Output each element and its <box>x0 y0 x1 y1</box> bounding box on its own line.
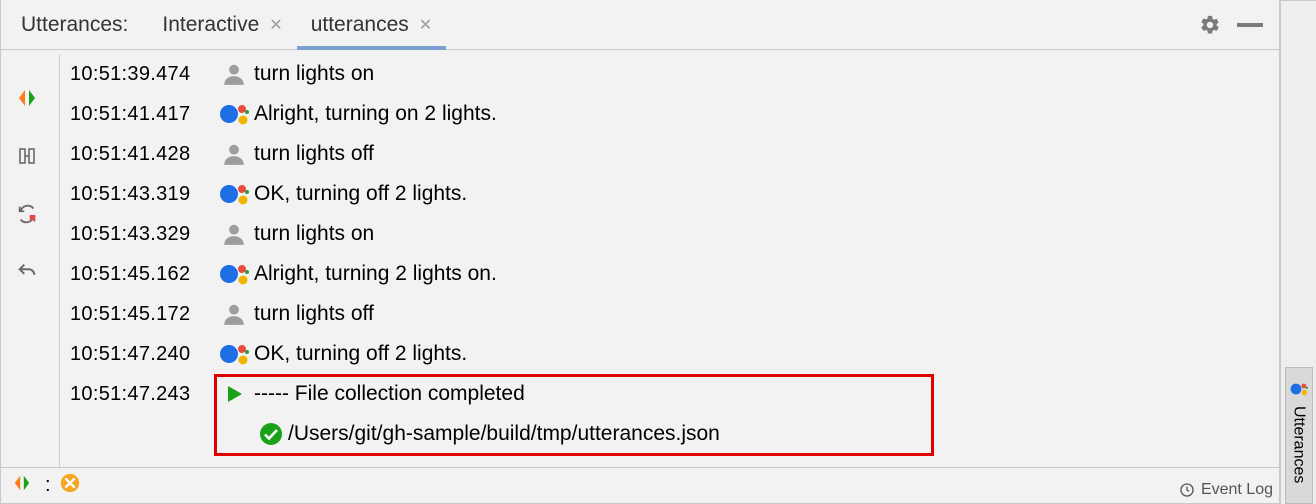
assistant-icon <box>1290 380 1308 398</box>
sidebar-tab-label: Utterances <box>1290 406 1308 483</box>
assistant-icon <box>214 261 254 287</box>
log-text: turn lights on <box>254 62 374 86</box>
tool-gutter <box>1 50 53 467</box>
timestamp: 10:51:45.172 <box>66 303 214 326</box>
completion-path: /Users/git/gh-sample/build/tmp/utterance… <box>288 422 720 446</box>
gear-icon[interactable] <box>1199 14 1221 36</box>
log-text: Alright, turning on 2 lights. <box>254 102 497 126</box>
timestamp: 10:51:41.428 <box>66 143 214 166</box>
timestamp: 10:51:39.474 <box>66 63 214 86</box>
log-row: 10:51:41.417 Alright, turning on 2 light… <box>66 94 1279 134</box>
log-row: 10:51:41.428 turn lights off <box>66 134 1279 174</box>
cancel-circle-icon[interactable] <box>59 472 81 500</box>
log-text: OK, turning off 2 lights. <box>254 342 467 366</box>
log-text: turn lights off <box>254 302 374 326</box>
completion-path-row: /Users/git/gh-sample/build/tmp/utterance… <box>66 414 1279 454</box>
person-icon <box>214 221 254 247</box>
event-log-link[interactable]: Event Log <box>1179 481 1273 499</box>
play-icon <box>214 384 254 404</box>
completion-header: ----- File collection completed <box>254 382 525 406</box>
log-text: turn lights on <box>254 222 374 246</box>
assistant-icon <box>214 181 254 207</box>
log-row: 10:51:43.329 turn lights on <box>66 214 1279 254</box>
completion-row: 10:51:47.243 ----- File collection compl… <box>66 374 1279 414</box>
refresh-icon[interactable] <box>15 202 39 226</box>
person-icon <box>214 61 254 87</box>
sidebar-tab-utterances[interactable]: Utterances <box>1285 367 1313 504</box>
undo-icon[interactable] <box>15 260 39 284</box>
tabbar: Utterances: Interactive ✕ utterances ✕ <box>1 0 1279 50</box>
diff-arrows-icon[interactable] <box>15 86 39 110</box>
wrap-icon[interactable] <box>15 144 39 168</box>
log-row: 10:51:45.172 turn lights off <box>66 294 1279 334</box>
hide-icon[interactable] <box>1237 21 1263 29</box>
person-icon <box>214 301 254 327</box>
log-text: turn lights off <box>254 142 374 166</box>
timestamp: 10:51:47.240 <box>66 343 214 366</box>
tab-interactive-label: Interactive <box>162 13 259 37</box>
timestamp: 10:51:47.243 <box>66 383 214 406</box>
event-log-label: Event Log <box>1201 481 1273 499</box>
panel-title: Utterances: <box>9 13 148 37</box>
footer-bar: : <box>1 467 1279 503</box>
assistant-icon <box>214 101 254 127</box>
person-icon <box>214 141 254 167</box>
tab-utterances-label: utterances <box>311 13 409 37</box>
log-row: 10:51:45.162 Alright, turning 2 lights o… <box>66 254 1279 294</box>
log-text: OK, turning off 2 lights. <box>254 182 467 206</box>
timestamp: 10:51:43.319 <box>66 183 214 206</box>
close-icon[interactable]: ✕ <box>419 15 432 35</box>
tab-utterances[interactable]: utterances ✕ <box>297 0 446 49</box>
log-row: 10:51:43.319 OK, turning off 2 lights. <box>66 174 1279 214</box>
log-row: 10:51:47.240 OK, turning off 2 lights. <box>66 334 1279 374</box>
log-row: 10:51:39.474 turn lights on <box>66 54 1279 94</box>
diff-arrows-icon[interactable] <box>13 474 31 498</box>
assistant-icon <box>214 341 254 367</box>
check-circle-icon <box>254 422 288 446</box>
timestamp: 10:51:43.329 <box>66 223 214 246</box>
timestamp: 10:51:41.417 <box>66 103 214 126</box>
right-gutter: Utterances <box>1280 0 1316 504</box>
log-text: Alright, turning 2 lights on. <box>254 262 497 286</box>
timestamp: 10:51:45.162 <box>66 263 214 286</box>
close-icon[interactable]: ✕ <box>269 15 282 35</box>
tab-interactive[interactable]: Interactive ✕ <box>148 0 296 49</box>
colon-label: : <box>45 474 51 497</box>
